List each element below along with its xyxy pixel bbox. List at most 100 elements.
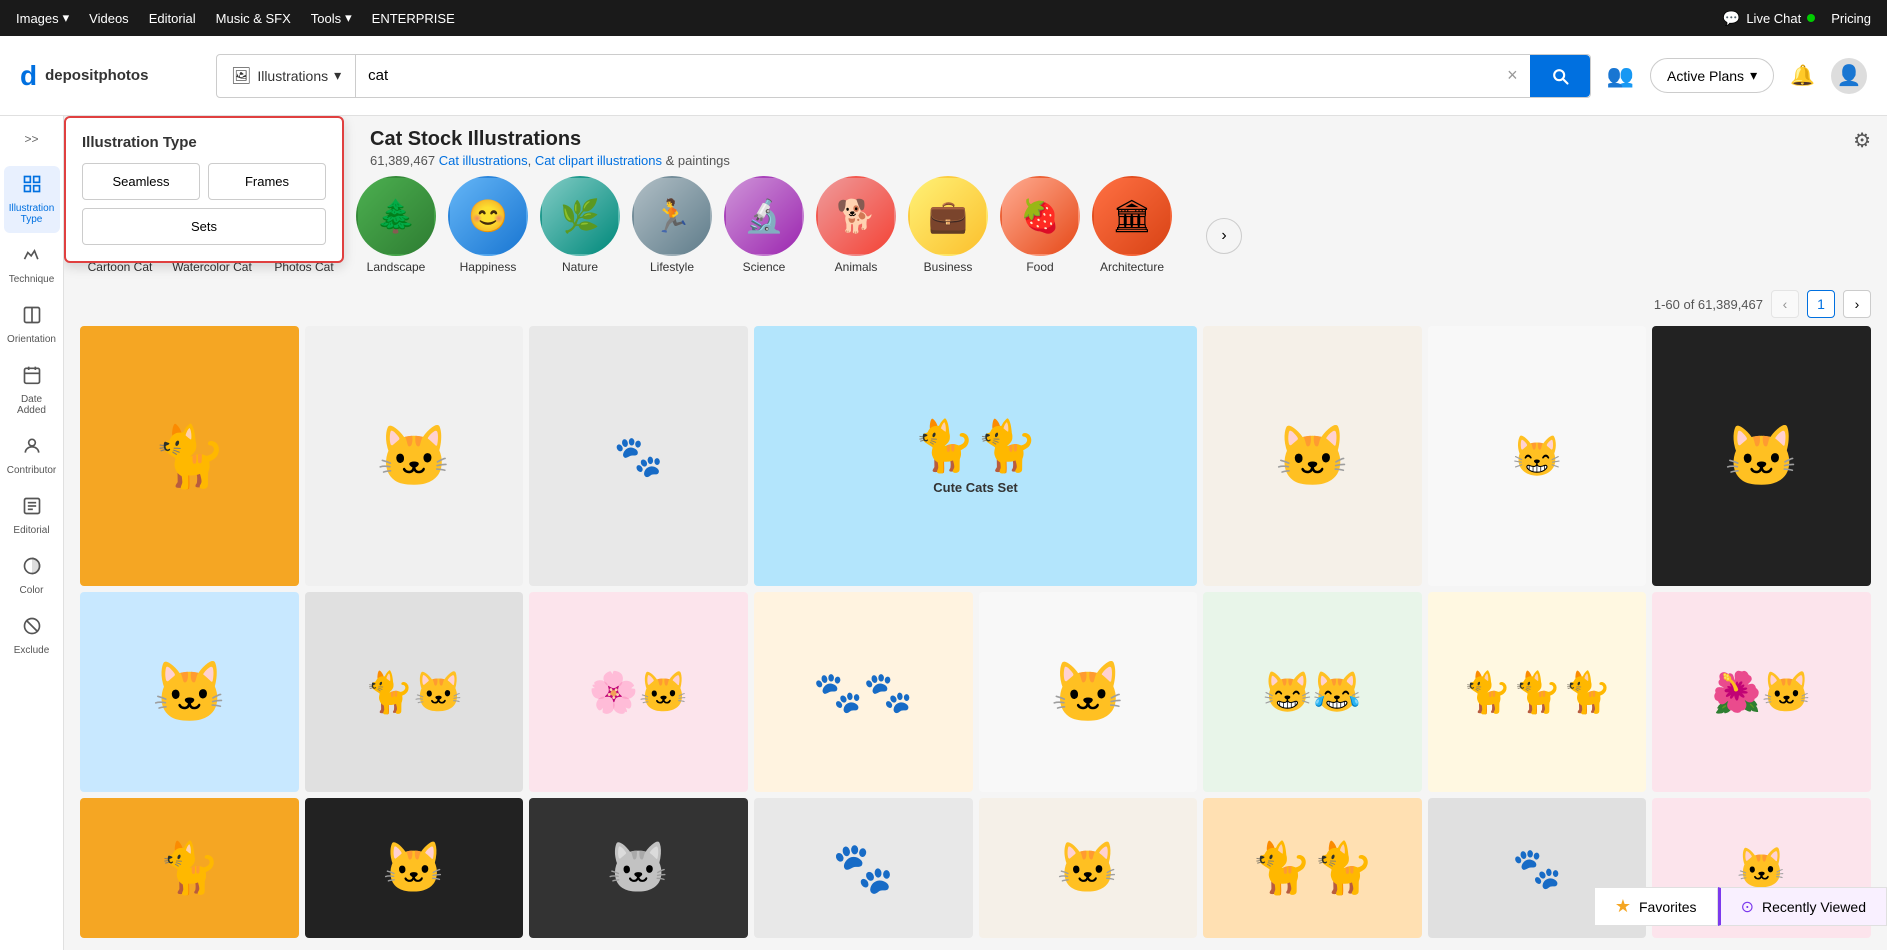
seamless-button[interactable]: Seamless (82, 163, 200, 200)
nav-videos[interactable]: Videos (89, 11, 129, 26)
live-chat-status-dot (1807, 14, 1815, 22)
nav-tools[interactable]: Tools ▾ (311, 10, 352, 26)
grid-item-row2-8[interactable]: 🌺🐱 (1652, 592, 1871, 792)
category-label-business: Business (924, 260, 973, 274)
sidebar-item-color[interactable]: Color (4, 548, 60, 604)
search-submit-button[interactable] (1530, 55, 1590, 97)
grid-item-row2-6[interactable]: 😸😹 (1203, 592, 1422, 792)
sidebar-item-date-added[interactable]: Date Added (4, 357, 60, 424)
sidebar-item-technique[interactable]: Technique (4, 237, 60, 293)
search-input[interactable] (356, 55, 1495, 97)
grid-item-cute-cats-set[interactable]: 🐈🐈 Cute Cats Set (754, 326, 1197, 586)
sidebar-toggle[interactable]: >> (12, 124, 52, 154)
chevron-right-icon: › (1221, 227, 1226, 245)
grid-item-row3-6[interactable]: 🐈🐈 (1203, 798, 1422, 938)
grid-item-row3-4[interactable]: 🐾 (754, 798, 973, 938)
categories-row: 🐱 ✏ Cartoon Cat 🎨 ✏ Watercolor Cat 📷 📷 P… (80, 176, 1871, 274)
user-avatar[interactable]: 👤 (1831, 58, 1867, 94)
category-animals[interactable]: 🐕 Animals (816, 176, 896, 274)
content-subtitle: 61,389,467 Cat illustrations, Cat clipar… (370, 153, 730, 168)
category-circle-landscape: 🌲 (356, 176, 436, 256)
grid-item-row3-1[interactable]: 🐈 (80, 798, 299, 938)
category-landscape[interactable]: 🌲 Landscape (356, 176, 436, 274)
frames-button[interactable]: Frames (208, 163, 326, 200)
category-architecture[interactable]: 🏛 Architecture (1092, 176, 1172, 274)
grid-item-7[interactable]: 🐱 (1652, 326, 1871, 586)
sidebar-item-contributor[interactable]: Contributor (4, 428, 60, 484)
grid-item-3[interactable]: 🐾 (529, 326, 748, 586)
grid-item-1[interactable]: 🐈 (80, 326, 299, 586)
sidebar-label-illustration-type: Illustration Type (8, 203, 56, 225)
nav-editorial[interactable]: Editorial (149, 11, 196, 26)
sidebar-item-editorial[interactable]: Editorial (4, 488, 60, 544)
category-lifestyle[interactable]: 🏃 Lifestyle (632, 176, 712, 274)
favorites-bar-item[interactable]: ★ Favorites (1594, 887, 1718, 926)
category-label-nature: Nature (562, 260, 598, 274)
grid-item-row2-2[interactable]: 🐈🐱 (305, 592, 524, 792)
grid-item-5[interactable]: 🐱 (1203, 326, 1422, 586)
active-plans-button[interactable]: Active Plans ▾ (1650, 58, 1774, 93)
category-label-food: Food (1026, 260, 1053, 274)
favorites-star-icon: ★ (1615, 896, 1631, 917)
search-clear-button[interactable]: × (1495, 65, 1530, 86)
notifications-bell-icon[interactable]: 🔔 (1790, 63, 1815, 88)
grid-item-row2-1[interactable]: 🐱 (80, 592, 299, 792)
category-business[interactable]: 💼 Business (908, 176, 988, 274)
category-science[interactable]: 🔬 Science (724, 176, 804, 274)
category-label-architecture: Architecture (1100, 260, 1164, 274)
sidebar-label-exclude: Exclude (14, 645, 50, 656)
grid-item-row2-4[interactable]: 🐾🐾 (754, 592, 973, 792)
content-header: Cat Stock Illustrations 61,389,467 Cat i… (370, 128, 1871, 168)
pagination-next-button[interactable]: › (1843, 290, 1871, 318)
site-logo[interactable]: d depositphotos (20, 60, 200, 92)
sets-button[interactable]: Sets (82, 208, 326, 245)
nav-images[interactable]: Images ▾ (16, 10, 69, 26)
categories-next-button[interactable]: › (1206, 218, 1242, 254)
grid-item-row2-3[interactable]: 🌸🐱 (529, 592, 748, 792)
popup-title: Illustration Type (82, 134, 326, 151)
pricing-link[interactable]: Pricing (1831, 11, 1871, 26)
social-connect-icon[interactable]: 👥 (1607, 63, 1634, 89)
grid-item-row2-5[interactable]: 🐱 (979, 592, 1198, 792)
grid-item-6[interactable]: 😸 (1428, 326, 1647, 586)
chat-icon: 💬 (1723, 10, 1740, 27)
search-icon (1550, 66, 1570, 86)
settings-icon[interactable]: ⚙ (1853, 128, 1871, 153)
cat-clipart-link[interactable]: Cat clipart illustrations (535, 153, 662, 168)
nav-enterprise[interactable]: ENTERPRISE (372, 11, 455, 26)
chevron-down-icon: ▾ (1750, 67, 1757, 84)
sidebar-item-exclude[interactable]: Exclude (4, 608, 60, 664)
search-type-dropdown[interactable]: 🖼 Illustrations ▾ (217, 55, 356, 97)
nav-music-sfx[interactable]: Music & SFX (216, 11, 291, 26)
sidebar-label-date-added: Date Added (8, 394, 56, 416)
illustration-type-icon (22, 174, 42, 199)
recently-viewed-bar-item[interactable]: ⊙ Recently Viewed (1718, 887, 1887, 926)
grid-item-row2-7[interactable]: 🐈🐈🐈 (1428, 592, 1647, 792)
cat-illustrations-link[interactable]: Cat illustrations (439, 153, 528, 168)
live-chat-button[interactable]: 💬 Live Chat (1723, 10, 1815, 27)
illustration-type-popup: Illustration Type Seamless Frames Sets (64, 116, 344, 263)
grid-item-row3-5[interactable]: 🐱 (979, 798, 1198, 938)
category-circle-business: 💼 (908, 176, 988, 256)
grid-item-row3-2[interactable]: 🐱 (305, 798, 524, 938)
header-nav-icons: 👥 Active Plans ▾ 🔔 👤 (1607, 58, 1867, 94)
category-food[interactable]: 🍓 Food (1000, 176, 1080, 274)
search-bar-row: d depositphotos 🖼 Illustrations ▾ × 👥 Ac… (0, 36, 1887, 116)
category-circle-lifestyle: 🏃 (632, 176, 712, 256)
search-type-icon: 🖼 (231, 66, 251, 86)
category-label-landscape: Landscape (367, 260, 426, 274)
favorites-label: Favorites (1639, 899, 1697, 915)
sidebar-item-orientation[interactable]: Orientation (4, 297, 60, 353)
category-circle-food: 🍓 (1000, 176, 1080, 256)
pagination-prev-button[interactable]: ‹ (1771, 290, 1799, 318)
category-nature[interactable]: 🌿 Nature (540, 176, 620, 274)
grid-item-row3-3[interactable]: 🐱 (529, 798, 748, 938)
cute-cats-set-label: Cute Cats Set (933, 480, 1018, 495)
sidebar-item-illustration-type[interactable]: Illustration Type (4, 166, 60, 233)
category-happiness[interactable]: 😊 Happiness (448, 176, 528, 274)
grid-item-2[interactable]: 🐱 (305, 326, 524, 586)
recently-viewed-label: Recently Viewed (1762, 899, 1866, 915)
category-next-arrow[interactable]: › (1184, 196, 1264, 254)
page-title: Cat Stock Illustrations (370, 128, 730, 151)
category-label-happiness: Happiness (460, 260, 517, 274)
